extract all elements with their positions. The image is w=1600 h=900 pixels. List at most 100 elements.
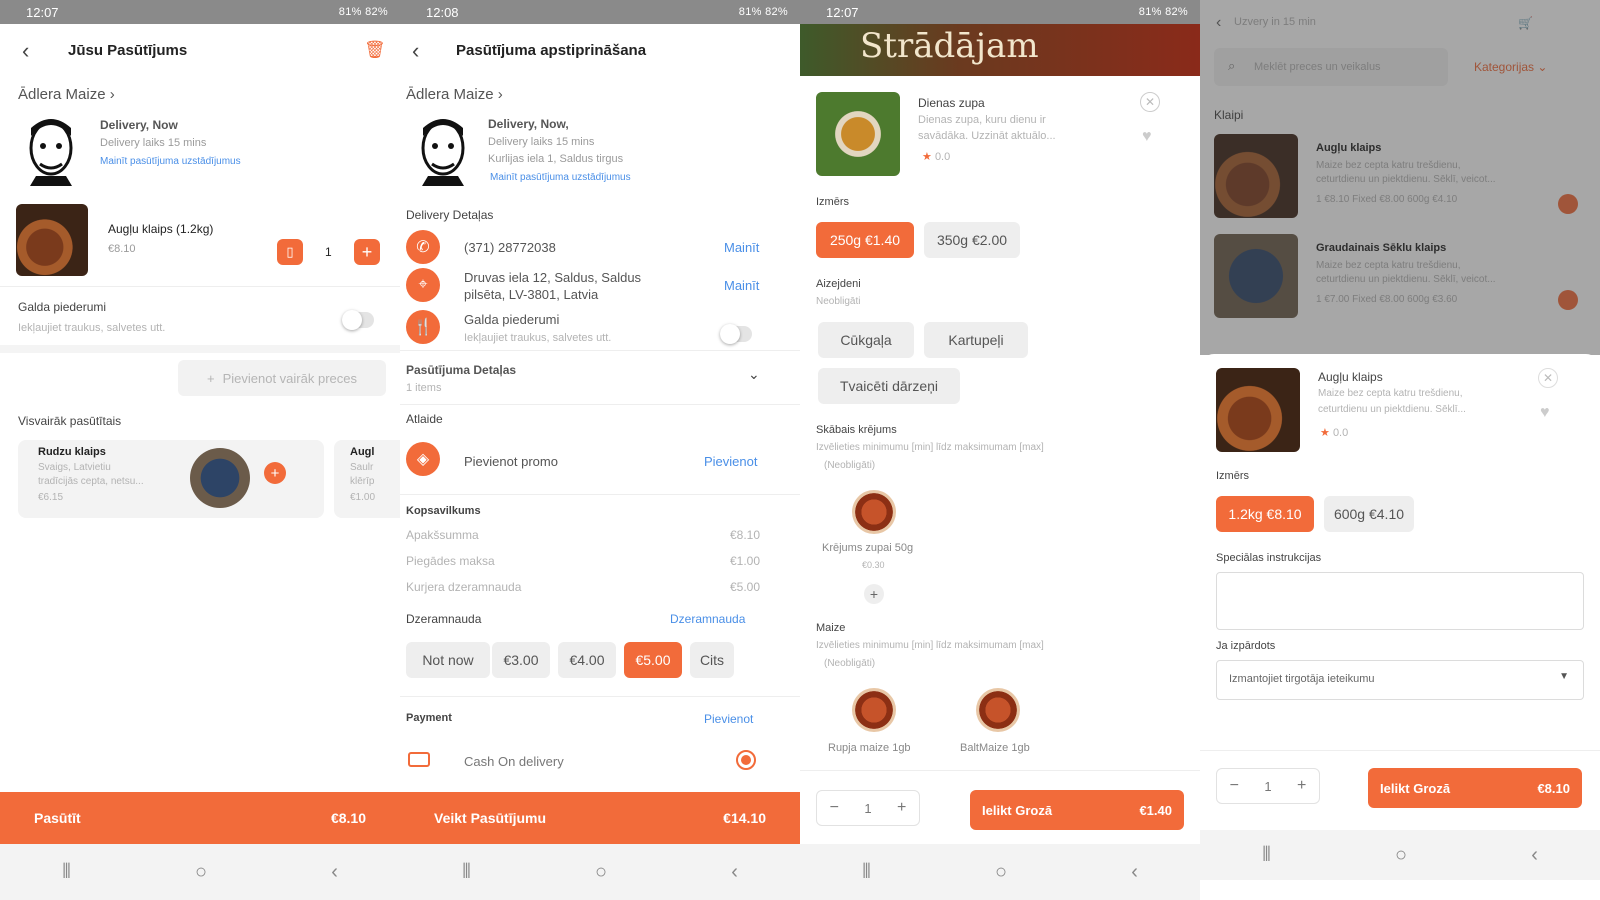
store-banner: Strādājam [800, 24, 1200, 76]
minus-icon[interactable]: − [1230, 777, 1239, 795]
cutlery-toggle[interactable] [720, 324, 752, 344]
extra-option[interactable]: Cūkgaļa [818, 322, 914, 358]
recent-apps-icon[interactable]: ⦀ [862, 861, 871, 884]
popular-item-name: Rudzu klaips [38, 446, 106, 458]
back-icon[interactable]: ‹ [331, 861, 338, 884]
tip-option-5[interactable]: €5.00 [624, 642, 682, 678]
sauce-item-price: €0.30 [862, 560, 885, 570]
confirm-order-button[interactable]: Veikt Pasūtījumu €14.10 [400, 792, 800, 844]
size-option[interactable]: 1.2kg €8.10 [1216, 496, 1314, 532]
instructions-textarea[interactable] [1216, 572, 1584, 630]
popular-item-name: Augl [350, 446, 375, 458]
change-phone-link[interactable]: Mainīt [724, 240, 759, 255]
modal-overlay[interactable] [1200, 0, 1600, 355]
cutlery-sub: Iekļaujiet traukus, salvetes utt. [464, 332, 612, 344]
discount-title: Atlaide [406, 412, 443, 426]
close-icon[interactable]: ✕ [1140, 92, 1160, 112]
add-popular-button[interactable]: + [264, 462, 286, 484]
bread-title: Maize [816, 622, 846, 634]
extras-title: Aizejdeni [816, 278, 861, 290]
add-to-cart-button[interactable]: Ielikt Grozā €8.10 [1368, 768, 1582, 808]
plus-icon[interactable]: + [1297, 777, 1306, 795]
add-sauce-button[interactable]: + [864, 584, 884, 604]
back-icon[interactable]: ‹ [1131, 861, 1138, 884]
popular-item-card[interactable]: Augl Saulr klērīp €1.00 [334, 440, 400, 518]
store-name[interactable]: Ādlera Maize › [406, 86, 503, 103]
status-icons: 81% 82% [338, 6, 388, 18]
store-name[interactable]: Ādlera Maize › [18, 86, 115, 103]
location-pin-icon: ⌖ [406, 268, 440, 302]
size-option[interactable]: 250g €1.40 [816, 222, 914, 258]
tip-option-other[interactable]: Cits [690, 642, 734, 678]
quantity-stepper[interactable]: − 1 + [1216, 768, 1320, 804]
popular-item-card[interactable]: Rudzu klaips Svaigs, Latvietiu tradīcijā… [18, 440, 324, 518]
delivery-mode: Delivery, Now [100, 118, 178, 132]
add-more-items-button[interactable]: + Pievienot vairāk preces [178, 360, 386, 396]
minus-icon[interactable]: − [830, 799, 839, 817]
divider [400, 404, 800, 405]
heart-icon[interactable]: ♥ [1142, 128, 1152, 146]
bread-item-image [852, 688, 896, 732]
home-icon[interactable]: ○ [995, 861, 1007, 884]
system-nav-bar: ⦀ ○ ‹ [800, 844, 1200, 900]
order-items-count: 1 items [406, 382, 442, 394]
trash-icon[interactable]: 🗑 [364, 40, 386, 60]
status-time: 12:07 [826, 4, 859, 20]
back-icon[interactable]: ‹ [731, 861, 738, 884]
add-promo-link[interactable]: Pievienot [704, 454, 757, 469]
plus-icon: + [207, 370, 215, 386]
back-arrow-icon[interactable]: ‹ [412, 38, 419, 64]
recent-apps-icon[interactable]: ⦀ [1262, 844, 1271, 867]
address-line-1: Druvas iela 12, Saldus, Saldus [464, 270, 642, 285]
popular-item-desc: Svaigs, Latvietiu [38, 462, 111, 473]
home-icon[interactable]: ○ [195, 861, 207, 884]
home-icon[interactable]: ○ [1395, 844, 1407, 867]
change-address-link[interactable]: Mainīt [724, 278, 759, 293]
sauce-sub: Izvēlieties minimumu [min] līdz maksimum… [816, 442, 1044, 453]
instructions-title: Speciālas instrukcijas [1216, 552, 1322, 564]
quantity-value: 1 [1264, 778, 1272, 794]
chevron-down-icon[interactable]: ⌄ [748, 366, 760, 383]
change-settings-link[interactable]: Mainīt pasūtījuma uzstādījumus [490, 172, 631, 183]
tip-option-4[interactable]: €4.00 [558, 642, 616, 678]
recent-apps-icon[interactable]: ⦀ [62, 861, 71, 884]
size-option[interactable]: 600g €4.10 [1324, 496, 1414, 532]
divider [400, 494, 800, 495]
popular-item-desc: klērīp [350, 476, 375, 487]
change-settings-link[interactable]: Mainīt pasūtījuma uzstādījumus [100, 156, 241, 167]
quantity-stepper[interactable]: − 1 + [816, 790, 920, 826]
payment-radio[interactable] [736, 750, 756, 770]
add-to-cart-button[interactable]: Ielikt Grozā €1.40 [970, 790, 1184, 830]
delete-item-button[interactable]: ▯ [277, 239, 303, 265]
delivery-details-title: Delivery Detaļas [406, 208, 494, 222]
store-logo-icon [421, 119, 465, 186]
size-option[interactable]: 350g €2.00 [924, 222, 1020, 258]
order-details-title[interactable]: Pasūtījuma Detaļas [406, 363, 516, 377]
tip-link[interactable]: Dzeramnauda [670, 612, 745, 626]
cutlery-toggle[interactable] [342, 310, 374, 330]
popular-item-desc: tradīcijās cepta, netsu... [38, 476, 144, 487]
sauce-item-name: Krējums zupai 50g [822, 542, 914, 554]
tip-option-not-now[interactable]: Not now [406, 642, 490, 678]
cutlery-label: Galda piederumi [464, 312, 560, 327]
back-icon[interactable]: ‹ [1531, 844, 1538, 867]
extra-option[interactable]: Kartupeļi [924, 322, 1028, 358]
phone-icon: ✆ [406, 230, 440, 264]
out-of-stock-select[interactable]: Izmantojiet tirgotāja ieteikumu ▼ [1216, 660, 1584, 700]
place-order-button[interactable]: Pasūtīt €8.10 [0, 792, 400, 844]
plus-icon: + [270, 464, 280, 482]
increase-qty-button[interactable]: + [354, 239, 380, 265]
back-arrow-icon[interactable]: ‹ [22, 38, 29, 64]
extra-option[interactable]: Tvaicēti dārzeņi [818, 368, 960, 404]
plus-icon[interactable]: + [897, 799, 906, 817]
cta-label: Ielikt Grozā [982, 802, 1053, 818]
add-payment-link[interactable]: Pievienot [704, 712, 753, 726]
product-name: Dienas zupa [918, 96, 985, 110]
rating: ★ 0.0 [922, 151, 951, 163]
close-icon[interactable]: ✕ [1538, 368, 1558, 388]
home-icon[interactable]: ○ [595, 861, 607, 884]
popular-section-title: Visvairāk pasūtītais [18, 414, 122, 428]
heart-icon[interactable]: ♥ [1540, 404, 1550, 422]
tip-option-3[interactable]: €3.00 [492, 642, 550, 678]
recent-apps-icon[interactable]: ⦀ [462, 861, 471, 884]
